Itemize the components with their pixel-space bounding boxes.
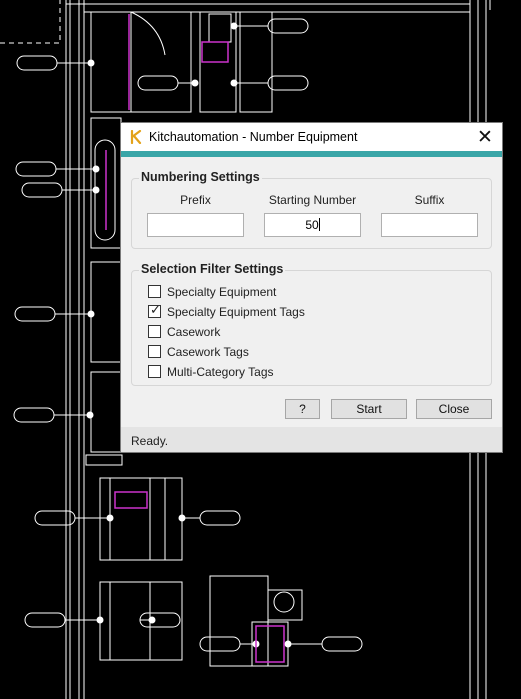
kitchautomation-logo-icon [130, 130, 142, 144]
selection-filter-group: Selection Filter Settings Specialty Equi… [131, 262, 492, 386]
close-icon[interactable]: ✕ [474, 127, 496, 147]
filter-item-label: Casework Tags [167, 345, 249, 359]
filter-item-label: Specialty Equipment Tags [167, 305, 305, 319]
casework-checkbox[interactable] [148, 325, 161, 338]
filter-item-label: Multi-Category Tags [167, 365, 274, 379]
dialog-title: Kitchautomation - Number Equipment [149, 130, 358, 144]
checkmark-icon: ✓ [150, 303, 161, 318]
casework-tags-checkbox[interactable] [148, 345, 161, 358]
suffix-label: Suffix [414, 193, 445, 207]
filter-item-label: Specialty Equipment [167, 285, 277, 299]
specialty-equipment-checkbox[interactable] [148, 285, 161, 298]
filter-item-label: Casework [167, 325, 221, 339]
status-text: Ready. [131, 434, 169, 448]
numbering-settings-title: Numbering Settings [139, 170, 262, 184]
selection-filter-title: Selection Filter Settings [139, 262, 286, 276]
suffix-input[interactable] [381, 213, 478, 237]
accent-bar [121, 151, 502, 157]
number-equipment-dialog: Kitchautomation - Number Equipment ✕ Num… [120, 122, 503, 453]
numbering-settings-group: Numbering Settings Prefix Starting Numbe… [131, 170, 492, 249]
status-bar: Ready. [121, 427, 502, 452]
starting-number-value: 50 [305, 218, 319, 232]
prefix-label: Prefix [180, 193, 211, 207]
help-button[interactable]: ? [285, 399, 320, 419]
close-button[interactable]: Close [416, 399, 492, 419]
start-button[interactable]: Start [331, 399, 407, 419]
starting-number-input[interactable]: 50 [264, 213, 361, 237]
starting-number-label: Starting Number [268, 193, 357, 207]
specialty-equipment-tags-checkbox[interactable]: ✓ [148, 303, 161, 318]
multi-category-tags-checkbox[interactable] [148, 365, 161, 378]
text-caret [318, 218, 320, 231]
prefix-input[interactable] [147, 213, 244, 237]
dialog-titlebar[interactable]: Kitchautomation - Number Equipment ✕ [121, 123, 502, 151]
